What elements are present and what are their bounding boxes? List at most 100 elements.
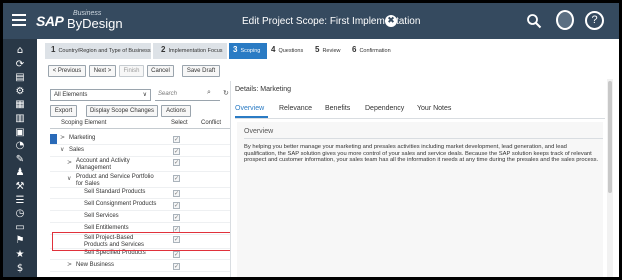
grid-icon[interactable]: ▦	[13, 99, 27, 111]
previous-button[interactable]: < Previous	[48, 65, 86, 77]
finish-button[interactable]: Finish	[119, 65, 144, 77]
table-row[interactable]: ∨ Sales ✓	[50, 146, 230, 157]
logo-bydesign: ByDesign	[67, 16, 123, 31]
search-icon[interactable]	[526, 13, 542, 29]
select-checkbox[interactable]: ✓	[173, 175, 180, 182]
tab-benefits[interactable]: Benefits	[325, 105, 350, 112]
step-number: 6	[352, 45, 357, 54]
star-icon[interactable]: ★	[13, 249, 27, 261]
app-window: SAP Business ByDesign Edit Project Scope…	[3, 3, 619, 277]
step-1[interactable]: 1 Country/Region and Type of Business	[45, 43, 151, 59]
table-row[interactable]: Sell Services ✓	[50, 212, 230, 223]
chevron-down-icon[interactable]: ∨	[67, 175, 71, 182]
clock-icon[interactable]: ◷	[13, 208, 27, 220]
display-scope-changes-button[interactable]: Display Scope Changes	[86, 105, 158, 117]
row-label: Sell Standard Products	[84, 189, 146, 195]
report-icon[interactable]: ▥	[13, 113, 27, 125]
table-row[interactable]: Sell Standard Products ✓	[50, 188, 230, 199]
step-2[interactable]: 2 Implementation Focus	[153, 43, 227, 59]
select-checkbox[interactable]: ✓	[173, 251, 180, 258]
chevron-right-icon[interactable]: >	[67, 261, 72, 268]
table-row[interactable]: > Account and Activity Management ✓	[50, 157, 230, 172]
select-checkbox[interactable]: ✓	[173, 202, 180, 209]
row-label-line-1: Product and Service Portfolio	[76, 174, 154, 180]
scrollbar-thumb[interactable]	[608, 81, 612, 193]
row-label: Sales	[69, 147, 85, 153]
step-4[interactable]: 4 Questions	[271, 43, 311, 59]
row-label: Account and Activity Management	[76, 158, 130, 171]
row-label: Sell Services	[84, 213, 119, 219]
select-checkbox[interactable]: ✓	[173, 190, 180, 197]
people-icon[interactable]: ♟	[13, 167, 27, 179]
export-button[interactable]: Export	[50, 105, 77, 117]
edit-icon[interactable]: ✎	[13, 154, 27, 166]
chevron-right-icon[interactable]: >	[60, 134, 65, 141]
tab-relevance[interactable]: Relevance	[279, 105, 312, 112]
tab-your-notes[interactable]: Your Notes	[417, 105, 451, 112]
home-icon[interactable]: ⌂	[13, 45, 27, 57]
row-label: Marketing	[69, 135, 96, 141]
row-label-line-2: for Sales	[76, 180, 100, 187]
table-row[interactable]: > New Business ✓	[50, 261, 230, 272]
settings-icon[interactable]: ⚙	[13, 86, 27, 98]
step-number: 3	[233, 45, 238, 54]
work-center-sidebar: ⌂ ⟳ ▤ ⚙ ▦ ▥ ▣ ◔ ✎ ♟ ⚒ ☰ ◷ ▭ ⚑ ★ $	[3, 39, 37, 277]
select-checkbox[interactable]: ✓	[173, 148, 180, 155]
box-icon[interactable]: ▣	[13, 127, 27, 139]
select-checkbox[interactable]: ✓	[173, 214, 180, 221]
element-filter-select[interactable]: All Elements ∨	[50, 89, 151, 101]
shell-bar: SAP Business ByDesign Edit Project Scope…	[3, 3, 619, 39]
chevron-down-icon: ∨	[142, 92, 147, 98]
list-icon[interactable]: ☰	[13, 195, 27, 207]
row-label: Sell Consignment Products	[84, 201, 157, 207]
step-label: Review	[322, 48, 341, 54]
save-draft-button[interactable]: Save Draft	[182, 65, 220, 77]
panel-splitter[interactable]	[230, 81, 231, 277]
close-icon[interactable]: ✖	[385, 15, 397, 27]
table-row[interactable]: > Marketing ✓	[50, 134, 230, 145]
cancel-button[interactable]: Cancel	[147, 65, 174, 77]
help-icon[interactable]: ?	[585, 11, 604, 30]
step-number: 4	[271, 45, 276, 54]
section-title: Overview	[244, 128, 274, 135]
search-icon[interactable]: ⌕	[207, 88, 211, 97]
card-icon[interactable]: ▭	[13, 222, 27, 234]
table-row[interactable]: Sell Consignment Products ✓	[50, 200, 230, 211]
user-avatar[interactable]	[556, 10, 574, 30]
chevron-right-icon[interactable]: >	[67, 159, 72, 166]
flag-icon[interactable]: ⚑	[13, 235, 27, 247]
table-row[interactable]: ∨ Product and Service Portfolio for Sales…	[50, 173, 230, 188]
select-checkbox[interactable]: ✓	[173, 159, 180, 166]
select-checkbox[interactable]: ✓	[173, 136, 180, 143]
search-placeholder: Search	[158, 91, 178, 97]
row-label: Product and Service Portfolio for Sales	[76, 174, 154, 187]
actions-button[interactable]: Actions	[161, 105, 191, 117]
step-label: Implementation Focus	[168, 48, 223, 54]
logo-sap: SAP	[36, 13, 64, 29]
refresh-icon[interactable]: ⟳	[13, 59, 27, 71]
document-icon[interactable]: ▤	[13, 72, 27, 84]
step-label: Questions	[278, 48, 304, 54]
step-5[interactable]: 5 Review	[315, 43, 349, 59]
step-6[interactable]: 6 Confirmation	[352, 43, 400, 59]
col-conflict: Conflict	[201, 120, 222, 126]
currency-icon[interactable]: $	[13, 263, 27, 275]
refresh-icon[interactable]: ↻	[223, 89, 229, 97]
step-number: 2	[161, 45, 166, 54]
tab-dependency[interactable]: Dependency	[365, 105, 404, 112]
next-button[interactable]: Next >	[89, 65, 116, 77]
step-label: Country/Region and Type of Business	[58, 48, 151, 54]
highlight-annotation	[52, 232, 231, 251]
guided-steps: 1 Country/Region and Type of Business 2 Im…	[45, 43, 395, 59]
step-3[interactable]: 3 Scoping	[229, 43, 267, 59]
overview-text: By helping you better manage your market…	[244, 144, 599, 164]
hamburger-menu-icon[interactable]	[12, 14, 26, 26]
chart-icon[interactable]: ◔	[13, 140, 27, 152]
search-input[interactable]: Search ⌕	[155, 88, 220, 101]
tab-overview[interactable]: Overview	[235, 105, 264, 112]
tools-icon[interactable]: ⚒	[13, 181, 27, 193]
select-checkbox[interactable]: ✓	[173, 263, 180, 270]
step-label: Scoping	[240, 48, 261, 54]
col-select: Select	[171, 120, 188, 126]
chevron-down-icon[interactable]: ∨	[60, 146, 64, 153]
